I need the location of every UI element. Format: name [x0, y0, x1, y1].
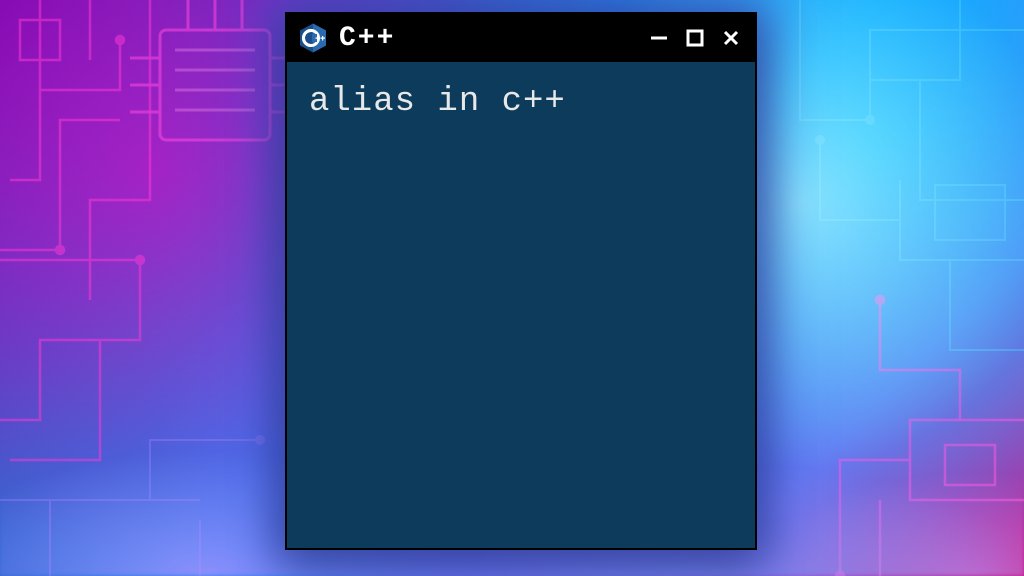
minimize-button[interactable]	[645, 24, 673, 52]
cpp-logo-icon	[297, 22, 329, 54]
terminal-window: C++ alias in c++	[285, 12, 757, 550]
window-controls	[645, 24, 745, 52]
maximize-button[interactable]	[681, 24, 709, 52]
close-button[interactable]	[717, 24, 745, 52]
titlebar[interactable]: C++	[287, 14, 755, 62]
window-title: C++	[339, 23, 635, 54]
terminal-text: alias in c++	[309, 83, 566, 121]
terminal-body[interactable]: alias in c++	[287, 62, 755, 143]
